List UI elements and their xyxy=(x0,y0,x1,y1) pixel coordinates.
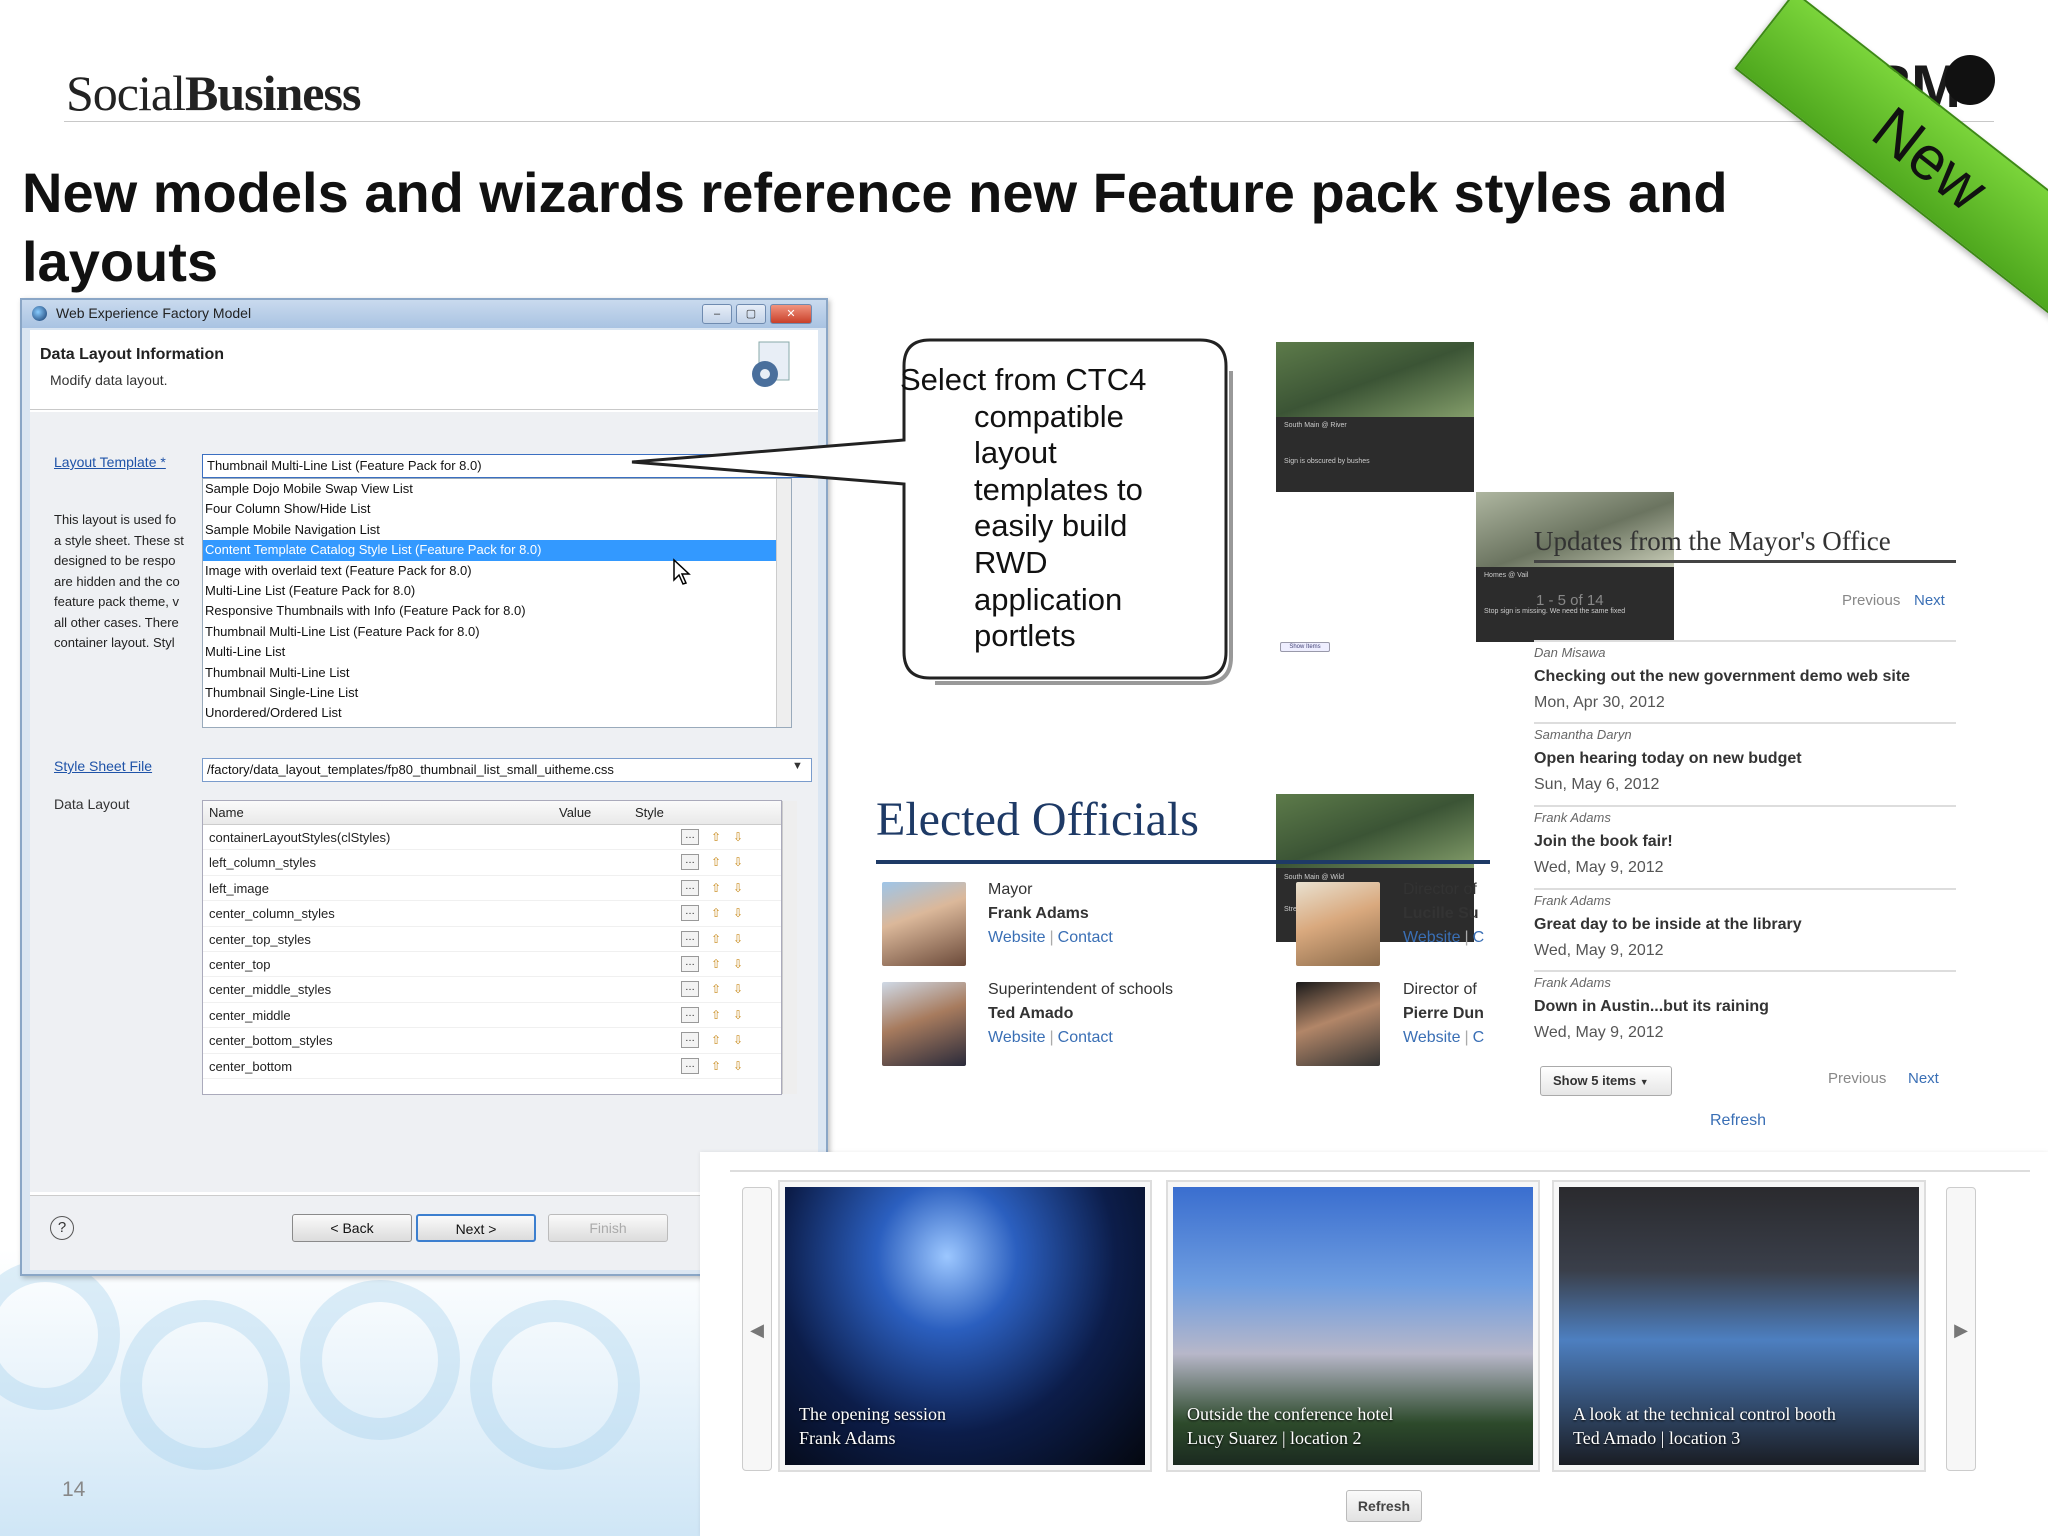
show-items-mini-button[interactable]: Show Items xyxy=(1280,642,1330,652)
avatar xyxy=(1296,882,1380,966)
contact-link[interactable]: Contact xyxy=(1058,929,1113,946)
table-header: Name Value Style xyxy=(203,801,781,825)
ellipsis-button: … xyxy=(681,1057,699,1074)
ellipsis-button: … xyxy=(681,930,699,947)
contact-link[interactable]: C xyxy=(1473,1029,1485,1046)
globe-icon xyxy=(1945,55,1995,105)
previous-link[interactable]: Previous xyxy=(1842,592,1900,609)
thumbnail-card[interactable]: Homes @ Vail Stop sign is missing. We ne… xyxy=(1476,492,1674,642)
next-link[interactable]: Next xyxy=(1908,1070,1939,1087)
table-row[interactable]: left_column_styles… ⇧ ⇩ xyxy=(203,850,781,876)
minimize-button[interactable]: – xyxy=(702,304,732,324)
official-card: Mayor Frank Adams Website | Contact xyxy=(988,881,1113,946)
refresh-link[interactable]: Refresh xyxy=(1710,1112,1766,1130)
dialog-subheading: Modify data layout. xyxy=(50,372,168,388)
chevron-right-icon: ▶ xyxy=(1954,1320,1968,1340)
list-item[interactable]: Frank Adams Down in Austin...but its rai… xyxy=(1534,970,1956,1046)
official-card: Superintendent of schools Ted Amado Webs… xyxy=(988,981,1174,1046)
data-layout-label: Data Layout xyxy=(54,796,130,812)
list-item[interactable]: Unordered/Ordered List xyxy=(203,703,791,723)
data-layout-table: Name Value Style containerLayoutStyles(c… xyxy=(202,800,782,1095)
table-row[interactable]: center_column_styles… ⇧ ⇩ xyxy=(203,901,781,927)
next-link[interactable]: Next xyxy=(1914,592,1945,609)
list-item[interactable]: Frank Adams Great day to be inside at th… xyxy=(1534,888,1956,964)
ellipsis-button: … xyxy=(681,1032,699,1049)
avatar xyxy=(1296,982,1380,1066)
maximize-button[interactable]: ▢ xyxy=(736,304,766,324)
style-sheet-link[interactable]: Style Sheet File xyxy=(54,758,152,774)
ellipsis-button: … xyxy=(681,1006,699,1023)
ellipsis-button: … xyxy=(681,955,699,972)
list-item[interactable]: Dan Misawa Checking out the new governme… xyxy=(1534,640,1956,716)
slide-title: New models and wizards reference new Fea… xyxy=(22,161,1728,293)
website-link[interactable]: Website xyxy=(1403,929,1461,946)
layout-description: This layout is used fo a style sheet. Th… xyxy=(54,512,184,650)
table-row[interactable]: containerLayoutStyles(clStyles)… ⇧ ⇩ xyxy=(203,825,781,851)
app-icon xyxy=(32,306,47,321)
carousel-prev-button[interactable]: ◀ xyxy=(742,1187,772,1471)
avatar xyxy=(882,982,966,1066)
contact-link[interactable]: Contact xyxy=(1058,1029,1113,1046)
table-row[interactable]: center_top… ⇧ ⇩ xyxy=(203,952,781,978)
ellipsis-button: … xyxy=(681,829,699,845)
table-row[interactable]: center_bottom_styles… ⇧ ⇩ xyxy=(203,1028,781,1054)
layout-template-link[interactable]: Layout Template * xyxy=(54,454,166,470)
help-icon[interactable]: ? xyxy=(50,1216,74,1240)
previous-link[interactable]: Previous xyxy=(1828,1070,1886,1087)
callout-text: Select from CTC4 compatible layout templ… xyxy=(900,362,1147,654)
carousel-slide[interactable]: The opening session Frank Adams xyxy=(778,1180,1152,1472)
table-row[interactable]: left_image… ⇧ ⇩ xyxy=(203,876,781,902)
brand-logo: SocialBusiness xyxy=(66,65,361,121)
carousel-refresh-button[interactable]: Refresh xyxy=(1346,1490,1422,1522)
header-rule xyxy=(64,121,1994,122)
contact-link[interactable]: C xyxy=(1473,929,1485,946)
ellipsis-button: … xyxy=(681,854,699,871)
section-rule xyxy=(876,860,1490,864)
table-row[interactable]: center_bottom… ⇧ ⇩ xyxy=(203,1054,781,1079)
chevron-left-icon: ◀ xyxy=(750,1320,764,1340)
ellipsis-button: … xyxy=(681,981,699,998)
official-card: Director of Pierre Dun Website | C xyxy=(1403,981,1485,1046)
list-item[interactable]: Samantha Daryn Open hearing today on new… xyxy=(1534,722,1956,798)
carousel-next-button[interactable]: ▶ xyxy=(1946,1187,1976,1471)
style-sheet-select[interactable]: /factory/data_layout_templates/fp80_thum… xyxy=(202,758,812,782)
background-bubble xyxy=(120,1300,290,1470)
background-bubble xyxy=(470,1300,640,1470)
show-items-dropdown[interactable]: Show 5 items ▼ xyxy=(1540,1066,1672,1096)
next-button[interactable]: Next > xyxy=(416,1214,536,1242)
list-item[interactable]: Frank Adams Join the book fair! Wed, May… xyxy=(1534,805,1956,881)
official-card: Director of Lucille Su Website | C xyxy=(1403,881,1485,946)
updates-rule xyxy=(1534,560,1956,563)
thumbnail-card[interactable]: South Main @ River Sign is obscured by b… xyxy=(1276,342,1474,492)
carousel-rule xyxy=(730,1170,2030,1172)
dialog-heading: Data Layout Information xyxy=(40,346,225,363)
chevron-down-icon[interactable]: ▼ xyxy=(792,760,803,772)
pagination-range: 1 - 5 of 14 xyxy=(1536,592,1604,609)
chevron-down-icon: ▼ xyxy=(1639,1077,1649,1087)
back-button[interactable]: < Back xyxy=(292,1214,412,1242)
avatar xyxy=(882,882,966,966)
page-number: 14 xyxy=(62,1478,86,1501)
carousel-slide[interactable]: Outside the conference hotel Lucy Suarez… xyxy=(1166,1180,1540,1472)
background-bubble xyxy=(300,1280,460,1440)
website-link[interactable]: Website xyxy=(1403,1029,1461,1046)
ellipsis-button: … xyxy=(681,905,699,922)
table-row[interactable]: center_middle_styles… ⇧ ⇩ xyxy=(203,977,781,1003)
close-button[interactable]: ✕ xyxy=(770,304,812,324)
carousel-slide[interactable]: A look at the technical control booth Te… xyxy=(1552,1180,1926,1472)
website-link[interactable]: Website xyxy=(988,929,1046,946)
table-scrollbar[interactable] xyxy=(782,801,797,1094)
updates-title: Updates from the Mayor's Office xyxy=(1534,526,1891,556)
ellipsis-button: … xyxy=(681,879,699,896)
table-row[interactable]: center_middle… ⇧ ⇩ xyxy=(203,1003,781,1029)
table-row[interactable]: center_top_styles… ⇧ ⇩ xyxy=(203,927,781,952)
finish-button[interactable]: Finish xyxy=(548,1214,668,1242)
elected-officials-title: Elected Officials xyxy=(876,793,1199,846)
website-link[interactable]: Website xyxy=(988,1029,1046,1046)
